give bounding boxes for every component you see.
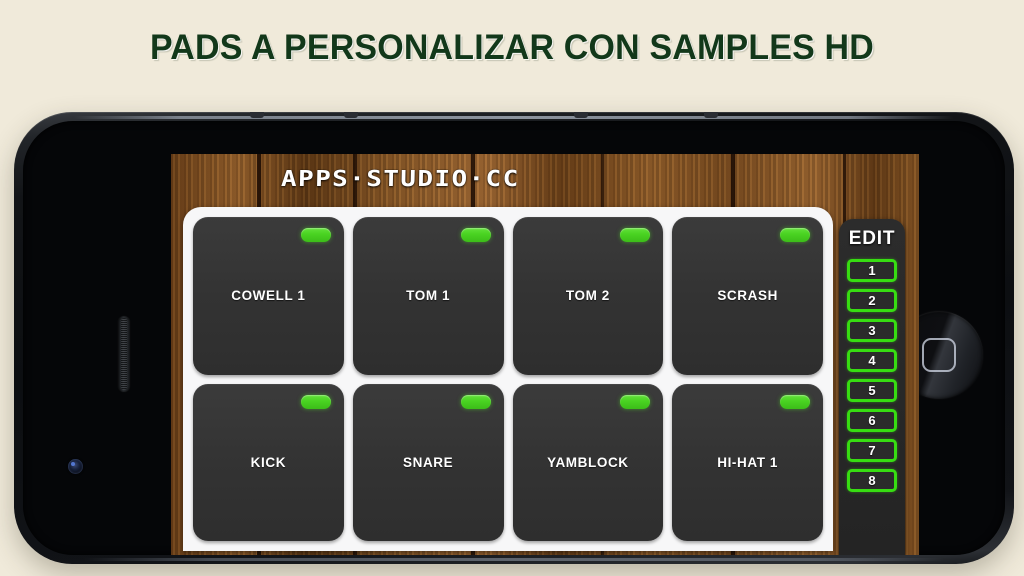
drum-pad-3[interactable]: TOM 2 bbox=[512, 217, 664, 375]
drum-pad-7[interactable]: YAMBLOCK bbox=[512, 383, 664, 541]
drum-pad-6[interactable]: SNARE bbox=[352, 383, 504, 541]
pad-label: SCRASH bbox=[717, 288, 778, 304]
drum-pad-1[interactable]: COWELL 1 bbox=[193, 217, 344, 375]
edit-button-1[interactable]: 1 bbox=[847, 259, 897, 282]
device-antenna-mark bbox=[344, 112, 358, 118]
drum-pad-5[interactable]: KICK bbox=[193, 383, 344, 541]
pad-frame: COWELL 1 TOM 1 TOM 2 SCRASH KICK SNARE Y… bbox=[183, 207, 833, 551]
pad-label: HI-HAT 1 bbox=[717, 454, 779, 470]
pad-label: TOM 2 bbox=[565, 288, 610, 304]
device-screen-surround: APPS·STUDIO·CC COWELL 1 TOM 1 TOM 2 SCRA… bbox=[23, 121, 1005, 555]
pad-led-icon bbox=[780, 228, 810, 242]
page-title: PADS A PERSONALIZAR CON SAMPLES HD bbox=[149, 28, 874, 67]
phone-device: APPS·STUDIO·CC COWELL 1 TOM 1 TOM 2 SCRA… bbox=[14, 112, 1014, 564]
pad-label: COWELL 1 bbox=[231, 288, 306, 304]
edit-button-5[interactable]: 5 bbox=[847, 379, 897, 402]
edit-button-3[interactable]: 3 bbox=[847, 319, 897, 342]
pad-label: TOM 1 bbox=[406, 288, 451, 304]
app-screen: APPS·STUDIO·CC COWELL 1 TOM 1 TOM 2 SCRA… bbox=[171, 154, 919, 555]
edit-panel: EDIT 1 2 3 4 5 6 7 8 bbox=[839, 219, 905, 555]
pad-led-icon bbox=[300, 394, 331, 409]
drum-pad-8[interactable]: HI-HAT 1 bbox=[672, 383, 823, 541]
pad-led-icon bbox=[620, 228, 651, 242]
front-camera-icon bbox=[68, 459, 83, 474]
drum-pad-2[interactable]: TOM 1 bbox=[352, 217, 504, 375]
home-button-square-icon bbox=[922, 338, 956, 372]
app-logo: APPS·STUDIO·CC bbox=[280, 167, 520, 192]
edit-panel-title: EDIT bbox=[848, 228, 896, 249]
device-antenna-mark bbox=[704, 112, 718, 118]
pad-grid: COWELL 1 TOM 1 TOM 2 SCRASH KICK SNARE Y… bbox=[193, 217, 823, 541]
edit-button-7[interactable]: 7 bbox=[847, 439, 897, 462]
pad-led-icon bbox=[620, 394, 651, 409]
pad-led-icon bbox=[460, 228, 491, 242]
drum-pad-4[interactable]: SCRASH bbox=[672, 217, 823, 375]
device-antenna-mark bbox=[574, 112, 588, 118]
edit-button-4[interactable]: 4 bbox=[847, 349, 897, 372]
device-top-rim bbox=[74, 116, 954, 119]
device-antenna-mark bbox=[250, 112, 264, 118]
pad-led-icon bbox=[460, 394, 491, 409]
pad-label: YAMBLOCK bbox=[547, 454, 629, 470]
earpiece-speaker-icon bbox=[118, 316, 130, 392]
pad-led-icon bbox=[780, 394, 810, 409]
pad-label: SNARE bbox=[402, 454, 454, 470]
edit-button-2[interactable]: 2 bbox=[847, 289, 897, 312]
pad-label: KICK bbox=[250, 454, 287, 470]
edit-button-6[interactable]: 6 bbox=[847, 409, 897, 432]
pad-led-icon bbox=[300, 228, 331, 242]
device-bottom-rim bbox=[84, 558, 944, 561]
edit-button-8[interactable]: 8 bbox=[847, 469, 897, 492]
